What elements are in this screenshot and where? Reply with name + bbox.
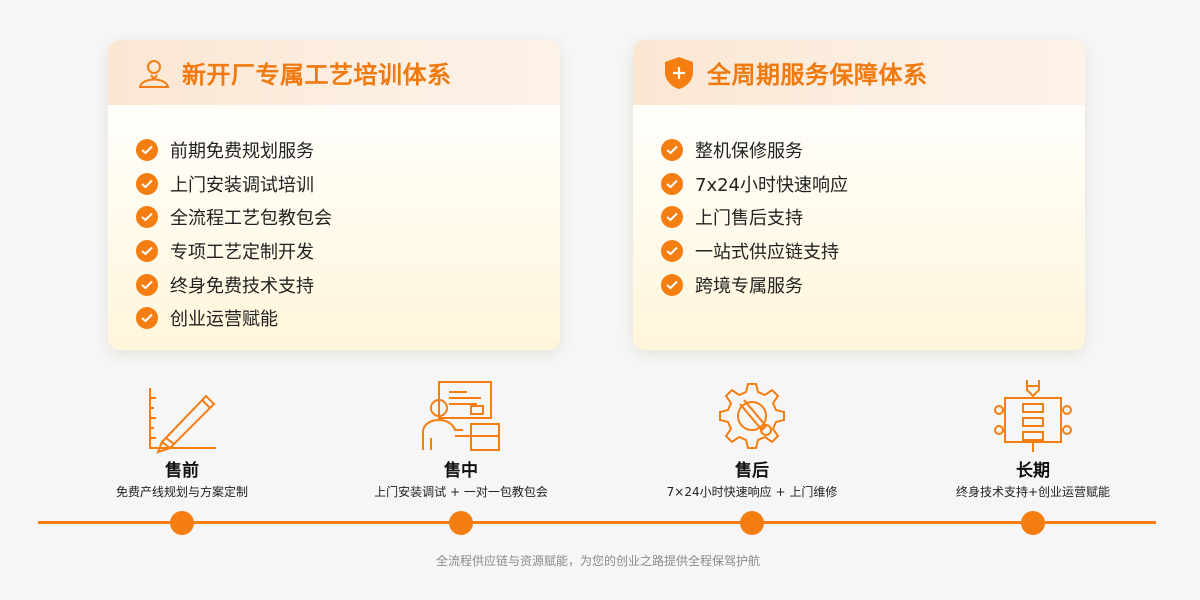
shield-plus-icon xyxy=(661,55,697,91)
list-item-label: 终身免费技术支持 xyxy=(170,275,314,297)
training-feature-list: 前期免费规划服务 上门安装调试培训 全流程工艺包教包会 专项工艺定制开发 终身免… xyxy=(108,105,560,335)
training-card-header: 新开厂专属工艺培训体系 xyxy=(108,40,560,105)
list-item: 创业运营赋能 xyxy=(136,301,560,335)
check-icon xyxy=(136,206,158,229)
training-card-title: 新开厂专属工艺培训体系 xyxy=(182,61,452,89)
list-item-label: 整机保修服务 xyxy=(695,140,803,162)
stage-aftersale: 售后 7×24小时快速响应 + 上门维修 xyxy=(632,378,872,500)
service-card: 全周期服务保障体系 整机保修服务 7x24小时快速响应 上门售后支持 一站式供应… xyxy=(633,40,1085,350)
list-item: 前期免费规划服务 xyxy=(136,133,560,167)
list-item: 上门安装调试培训 xyxy=(136,167,560,201)
stage-title: 售中 xyxy=(444,461,478,481)
service-card-header: 全周期服务保障体系 xyxy=(633,40,1085,105)
check-icon xyxy=(661,273,683,296)
check-icon xyxy=(136,273,158,296)
flow-process-icon xyxy=(994,380,1072,452)
list-item: 全流程工艺包教包会 xyxy=(136,200,560,234)
footer-text: 全流程供应链与资源赋能，为您的创业之路提供全程保驾护航 xyxy=(435,554,760,568)
list-item: 一站式供应链支持 xyxy=(661,234,1085,268)
stage-title: 售后 xyxy=(735,461,769,481)
pencil-ruler-icon xyxy=(149,388,216,454)
list-item-label: 一站式供应链支持 xyxy=(695,241,839,263)
stage-title: 长期 xyxy=(1016,461,1050,481)
list-item: 上门售后支持 xyxy=(661,200,1085,234)
list-item-label: 专项工艺定制开发 xyxy=(170,241,314,263)
check-icon xyxy=(136,138,158,161)
list-item-label: 上门安装调试培训 xyxy=(170,174,314,196)
timeline-line xyxy=(38,521,1156,524)
check-icon xyxy=(136,307,158,330)
list-item-label: 7x24小时快速响应 xyxy=(695,174,849,196)
list-item-label: 前期免费规划服务 xyxy=(170,140,314,162)
list-item-label: 跨境专属服务 xyxy=(695,275,803,297)
stage-insale: 售中 上门安装调试 + 一对一包教包会 xyxy=(341,378,581,500)
check-icon xyxy=(661,138,683,161)
trainer-desk-icon xyxy=(422,381,500,451)
list-item-label: 上门售后支持 xyxy=(695,208,803,230)
service-feature-list: 整机保修服务 7x24小时快速响应 上门售后支持 一站式供应链支持 跨境专属服务 xyxy=(633,105,1085,301)
stage-desc: 免费产线规划与方案定制 xyxy=(115,485,248,499)
timeline-dot xyxy=(1021,511,1045,535)
service-card-title: 全周期服务保障体系 xyxy=(707,61,928,89)
stage-desc: 终身技术支持+创业运营赋能 xyxy=(955,485,1111,499)
training-card: 新开厂专属工艺培训体系 前期免费规划服务 上门安装调试培训 全流程工艺包教包会 … xyxy=(108,40,560,350)
list-item: 终身免费技术支持 xyxy=(136,268,560,302)
stage-longterm: 长期 终身技术支持+创业运营赋能 xyxy=(913,378,1153,500)
gear-wrench-icon xyxy=(719,383,785,449)
timeline-dot xyxy=(170,511,194,535)
list-item-label: 创业运营赋能 xyxy=(170,309,278,331)
check-icon xyxy=(661,172,683,195)
check-icon xyxy=(661,239,683,262)
stage-presale: 售前 免费产线规划与方案定制 xyxy=(62,378,302,500)
check-icon xyxy=(136,239,158,262)
list-item-label: 全流程工艺包教包会 xyxy=(170,208,332,230)
timeline-dot xyxy=(449,511,473,535)
timeline-dot xyxy=(740,511,764,535)
check-icon xyxy=(136,172,158,195)
person-icon xyxy=(136,55,172,91)
stage-title: 售前 xyxy=(165,461,199,481)
check-icon xyxy=(661,206,683,229)
stage-desc: 上门安装调试 + 一对一包教包会 xyxy=(374,485,548,499)
list-item: 专项工艺定制开发 xyxy=(136,234,560,268)
list-item: 整机保修服务 xyxy=(661,133,1085,167)
list-item: 跨境专属服务 xyxy=(661,268,1085,302)
list-item: 7x24小时快速响应 xyxy=(661,167,1085,201)
stage-desc: 7×24小时快速响应 + 上门维修 xyxy=(666,485,838,499)
